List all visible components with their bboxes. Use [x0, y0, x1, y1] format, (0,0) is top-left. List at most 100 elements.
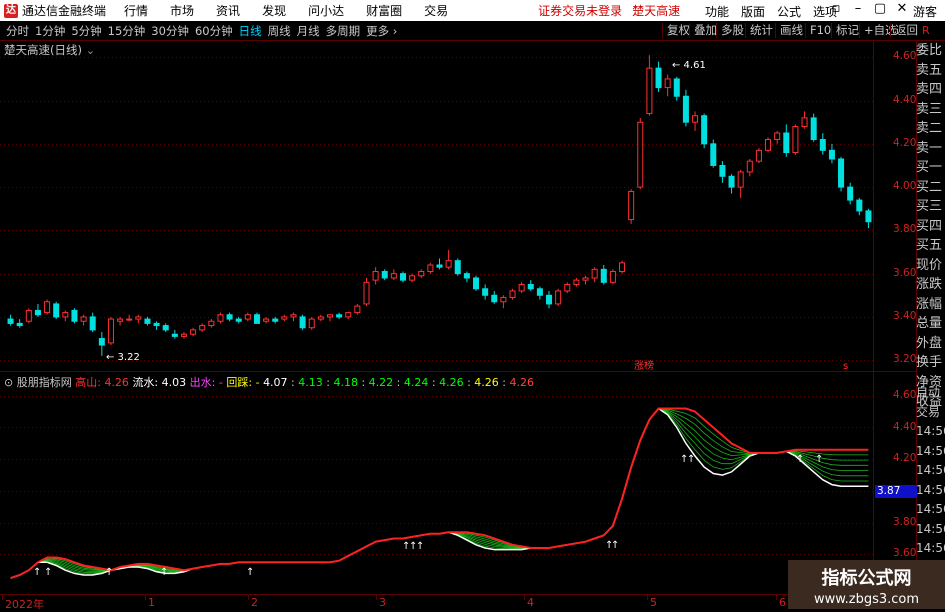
side-item-2[interactable]: 卖四 — [916, 80, 945, 100]
month-label-2: 2 — [251, 596, 258, 609]
period-multi[interactable]: 多周期 — [326, 23, 361, 39]
candle-body-7 — [71, 309, 78, 322]
maximize-icon[interactable]: ▢ — [869, 1, 891, 16]
period-15min[interactable]: 15分钟 — [108, 23, 146, 39]
candle-body-34 — [317, 316, 324, 320]
candle-body-48 — [445, 260, 452, 268]
menu-jiaoyi[interactable]: 交易 — [424, 2, 448, 19]
period-more[interactable]: 更多 › — [366, 23, 397, 39]
menu-zixun[interactable]: 资讯 — [216, 2, 240, 19]
candle-body-64 — [591, 268, 598, 279]
menu-caifuquan[interactable]: 财富圈 — [366, 2, 402, 19]
tongji-button[interactable]: 统计 — [745, 23, 777, 38]
side-item-9[interactable]: 买四 — [916, 217, 945, 237]
candle-body-87 — [801, 117, 808, 128]
side-item-7[interactable]: 买二 — [916, 178, 945, 198]
side-item-3[interactable]: 卖三 — [916, 100, 945, 120]
panel-dropdown-icon[interactable]: ⌄ — [86, 43, 96, 57]
side-item-4[interactable]: 卖二 — [916, 119, 945, 139]
period-1min[interactable]: 1分钟 — [35, 23, 65, 39]
candle-body-62 — [573, 279, 580, 285]
trade-item-1[interactable]: 交易 — [916, 403, 945, 423]
period-fenshi[interactable]: 分时 — [6, 23, 29, 39]
duogu-button[interactable]: 多股 — [716, 23, 748, 38]
side-item-11[interactable]: 现价 — [916, 256, 945, 276]
period-60min[interactable]: 60分钟 — [195, 23, 233, 39]
period-30min[interactable]: 30分钟 — [151, 23, 189, 39]
candle-body-56 — [518, 283, 525, 292]
candle-body-8 — [80, 316, 87, 322]
huaxian-button[interactable]: 画线 — [775, 23, 807, 38]
candle-body-29 — [272, 318, 279, 322]
side-item-10[interactable]: 买五 — [916, 236, 945, 256]
indicator-toggle-icon[interactable]: ⊙ — [4, 376, 13, 389]
stock-name-link[interactable]: 楚天高速 — [632, 2, 680, 19]
side-item-12[interactable]: 涨跌 — [916, 275, 945, 295]
candle-body-37 — [345, 312, 352, 318]
side-item-0[interactable]: 委比 — [916, 41, 945, 61]
trade-item-6: 14:56 — [916, 502, 945, 516]
fill-band-4 — [10, 408, 869, 579]
candle-body-51 — [472, 277, 480, 290]
ind-tick-2: 4.20 — [893, 452, 917, 465]
period-monthly[interactable]: 月线 — [297, 23, 320, 39]
period-daily[interactable]: 日线 — [239, 23, 262, 39]
guest-login[interactable]: 游客 — [913, 3, 937, 20]
back-button[interactable]: 返回 — [890, 23, 922, 38]
ind-tick-0: 4.60 — [893, 388, 917, 401]
fill-band-5 — [10, 408, 869, 579]
side-item-13[interactable]: 涨幅 — [916, 295, 945, 315]
side-item-5[interactable]: 卖一 — [916, 139, 945, 159]
side-item-15[interactable]: 外盘 — [916, 334, 945, 354]
side-item-6[interactable]: 买一 — [916, 158, 945, 178]
candle-body-73 — [673, 78, 680, 97]
side-item-14[interactable]: 总量 — [916, 314, 945, 334]
candle-body-44 — [409, 275, 416, 281]
candlestick-chart[interactable]: ← 4.61← 3.22涨榜 s↑ ↑ ↑ ↑ ↑↑↑↑ ↑↑↑↑ ↑ ↑ — [0, 0, 945, 609]
app-title: 通达信金融终端 — [22, 4, 107, 18]
watermark-url: www.zbgs3.com — [813, 592, 920, 607]
trade-item-0[interactable]: 自动 — [916, 383, 945, 403]
ind-tick-5: 3.60 — [893, 547, 917, 560]
candle-body-61 — [564, 283, 571, 292]
menu-wenxiaoda[interactable]: 问小达 — [308, 2, 344, 19]
candle-body-67 — [619, 262, 626, 272]
fill-band-2 — [10, 408, 869, 579]
level-1: 4.13 — [298, 376, 323, 389]
menu-banmian[interactable]: 版面 — [741, 3, 765, 20]
month-label-1: 1 — [148, 596, 155, 609]
side-item-8[interactable]: 买三 — [916, 197, 945, 217]
candle-body-81 — [746, 160, 753, 173]
candle-body-75 — [692, 115, 699, 123]
candle-body-28 — [263, 318, 270, 322]
main-panel-title-text: 楚天高速(日线) — [4, 43, 82, 57]
candle-body-22 — [208, 320, 215, 327]
menu-hangqing[interactable]: 行情 — [124, 2, 148, 19]
month-label-4: 4 — [527, 596, 534, 609]
side-item-16[interactable]: 换手 — [916, 353, 945, 373]
candle-body-71 — [655, 67, 662, 89]
restore-icon[interactable]: ▫ — [825, 1, 847, 16]
period-weekly[interactable]: 周线 — [268, 23, 291, 39]
candle-body-59 — [546, 294, 553, 305]
trade-login-status[interactable]: 证券交易未登录 — [538, 2, 622, 19]
month-label-3: 3 — [379, 596, 386, 609]
candle-body-79 — [728, 175, 735, 188]
side-item-1[interactable]: 卖五 — [916, 61, 945, 81]
menu-gongshi[interactable]: 公式 — [777, 3, 801, 20]
trade-item-5: 14:56 — [916, 482, 945, 497]
menu-gongneng[interactable]: 功能 — [705, 3, 729, 20]
s-annotation: s — [843, 361, 848, 372]
candle-body-63 — [582, 277, 589, 281]
menu-faxian[interactable]: 发现 — [262, 2, 286, 19]
candle-body-83 — [765, 139, 772, 151]
candle-body-5 — [53, 303, 60, 318]
up-arrow-4: ↑ — [246, 567, 254, 578]
candle-body-19 — [180, 333, 187, 337]
main-panel-title: 楚天高速(日线) ⌄ — [4, 42, 95, 58]
period-5min[interactable]: 5分钟 — [71, 23, 101, 39]
minimize-icon[interactable]: – — [847, 1, 869, 16]
menu-shichang[interactable]: 市场 — [170, 2, 194, 19]
trade-item-7: 14:56 — [916, 521, 945, 536]
close-icon[interactable]: ✕ — [891, 1, 913, 16]
